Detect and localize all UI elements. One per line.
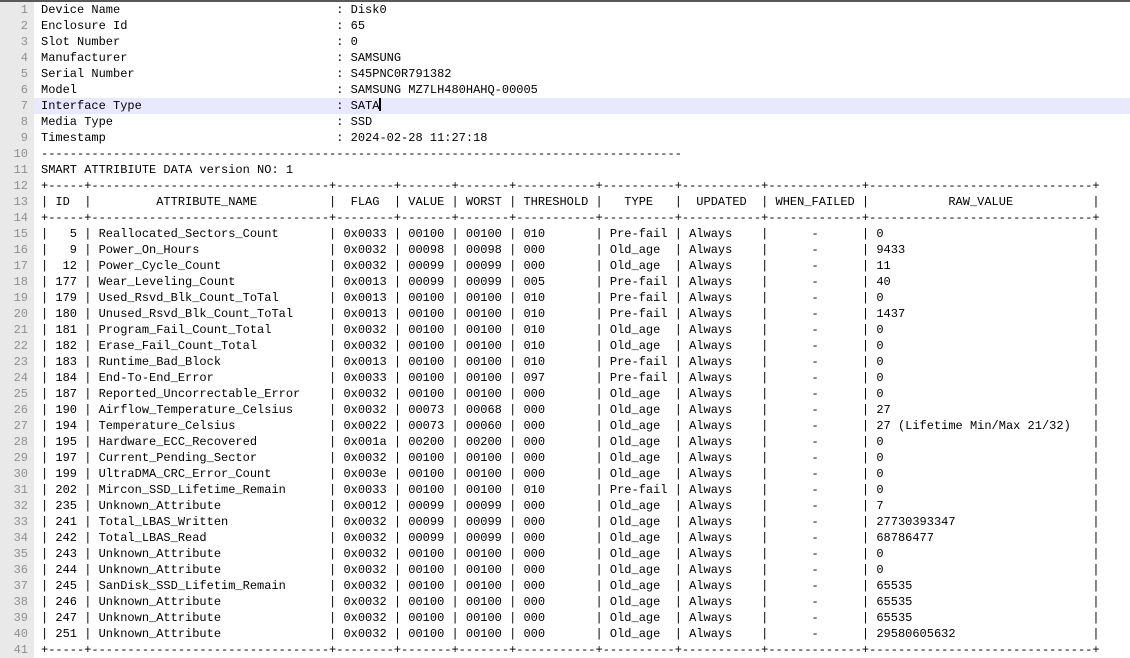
- line-number[interactable]: 30: [0, 466, 34, 482]
- text-line[interactable]: Device Name : Disk0: [34, 2, 1130, 18]
- line-number[interactable]: 26: [0, 402, 34, 418]
- text-line[interactable]: Media Type : SSD: [34, 114, 1130, 130]
- text-line[interactable]: | 184 | End-To-End_Error | 0x0033 | 0010…: [34, 370, 1130, 386]
- line-number[interactable]: 15: [0, 226, 34, 242]
- text-line[interactable]: | 180 | Unused_Rsvd_Blk_Count_ToTal | 0x…: [34, 306, 1130, 322]
- text-line[interactable]: | 247 | Unknown_Attribute | 0x0032 | 001…: [34, 610, 1130, 626]
- line-number[interactable]: 27: [0, 418, 34, 434]
- line-number[interactable]: 29: [0, 450, 34, 466]
- line-number-gutter[interactable]: 1234567891011121314151617181920212223242…: [0, 2, 34, 658]
- line-number[interactable]: 25: [0, 386, 34, 402]
- line-number[interactable]: 9: [0, 130, 34, 146]
- text-line[interactable]: Slot Number : 0: [34, 34, 1130, 50]
- line-number[interactable]: 36: [0, 562, 34, 578]
- text-line[interactable]: | 179 | Used_Rsvd_Blk_Count_ToTal | 0x00…: [34, 290, 1130, 306]
- line-number[interactable]: 32: [0, 498, 34, 514]
- text-line[interactable]: | 183 | Runtime_Bad_Block | 0x0013 | 001…: [34, 354, 1130, 370]
- line-number[interactable]: 7: [0, 98, 34, 114]
- line-number[interactable]: 28: [0, 434, 34, 450]
- line-number[interactable]: 13: [0, 194, 34, 210]
- line-number[interactable]: 12: [0, 178, 34, 194]
- line-number[interactable]: 38: [0, 594, 34, 610]
- line-number[interactable]: 19: [0, 290, 34, 306]
- text-line[interactable]: | 5 | Reallocated_Sectors_Count | 0x0033…: [34, 226, 1130, 242]
- text-editor: 1234567891011121314151617181920212223242…: [0, 0, 1130, 658]
- text-line[interactable]: +-----+---------------------------------…: [34, 178, 1130, 194]
- line-number[interactable]: 35: [0, 546, 34, 562]
- line-number[interactable]: 17: [0, 258, 34, 274]
- line-number[interactable]: 18: [0, 274, 34, 290]
- text-line[interactable]: | 194 | Temperature_Celsius | 0x0022 | 0…: [34, 418, 1130, 434]
- text-line[interactable]: Model : SAMSUNG MZ7LH480HAHQ-00005: [34, 82, 1130, 98]
- text-line[interactable]: | 12 | Power_Cycle_Count | 0x0032 | 0009…: [34, 258, 1130, 274]
- line-number[interactable]: 39: [0, 610, 34, 626]
- line-number[interactable]: 4: [0, 50, 34, 66]
- text-line[interactable]: ----------------------------------------…: [34, 146, 1130, 162]
- text-line[interactable]: | 246 | Unknown_Attribute | 0x0032 | 001…: [34, 594, 1130, 610]
- line-number[interactable]: 8: [0, 114, 34, 130]
- text-line[interactable]: SMART ATTRIBIUTE DATA version NO: 1: [34, 162, 1130, 178]
- line-number[interactable]: 11: [0, 162, 34, 178]
- text-line[interactable]: | 190 | Airflow_Temperature_Celsius | 0x…: [34, 402, 1130, 418]
- line-number[interactable]: 10: [0, 146, 34, 162]
- text-line[interactable]: | 241 | Total_LBAS_Written | 0x0032 | 00…: [34, 514, 1130, 530]
- line-number[interactable]: 21: [0, 322, 34, 338]
- line-number[interactable]: 14: [0, 210, 34, 226]
- line-number[interactable]: 34: [0, 530, 34, 546]
- text-line[interactable]: Enclosure Id : 65: [34, 18, 1130, 34]
- text-line[interactable]: | 199 | UltraDMA_CRC_Error_Count | 0x003…: [34, 466, 1130, 482]
- text-line[interactable]: | 177 | Wear_Leveling_Count | 0x0013 | 0…: [34, 274, 1130, 290]
- text-line[interactable]: | 181 | Program_Fail_Count_Total | 0x003…: [34, 322, 1130, 338]
- text-cursor: [379, 98, 381, 111]
- line-number[interactable]: 16: [0, 242, 34, 258]
- text-line[interactable]: | 242 | Total_LBAS_Read | 0x0032 | 00099…: [34, 530, 1130, 546]
- text-line[interactable]: | 243 | Unknown_Attribute | 0x0032 | 001…: [34, 546, 1130, 562]
- text-line[interactable]: | 187 | Reported_Uncorrectable_Error | 0…: [34, 386, 1130, 402]
- text-line[interactable]: | 202 | Mircon_SSD_Lifetime_Remain | 0x0…: [34, 482, 1130, 498]
- text-line[interactable]: | 235 | Unknown_Attribute | 0x0012 | 000…: [34, 498, 1130, 514]
- text-line[interactable]: | 182 | Erase_Fail_Count_Total | 0x0032 …: [34, 338, 1130, 354]
- line-number[interactable]: 23: [0, 354, 34, 370]
- text-line[interactable]: | 195 | Hardware_ECC_Recovered | 0x001a …: [34, 434, 1130, 450]
- line-number[interactable]: 2: [0, 18, 34, 34]
- current-text-line[interactable]: Interface Type : SATA: [34, 98, 1130, 114]
- line-number[interactable]: 41: [0, 642, 34, 658]
- text-line[interactable]: Timestamp : 2024-02-28 11:27:18: [34, 130, 1130, 146]
- text-line[interactable]: +-----+---------------------------------…: [34, 642, 1130, 658]
- line-number[interactable]: 33: [0, 514, 34, 530]
- text-line[interactable]: | 244 | Unknown_Attribute | 0x0032 | 001…: [34, 562, 1130, 578]
- line-number[interactable]: 1: [0, 2, 34, 18]
- text-line[interactable]: +-----+---------------------------------…: [34, 210, 1130, 226]
- text-line[interactable]: | 251 | Unknown_Attribute | 0x0032 | 001…: [34, 626, 1130, 642]
- line-number[interactable]: 20: [0, 306, 34, 322]
- line-number[interactable]: 37: [0, 578, 34, 594]
- line-number[interactable]: 24: [0, 370, 34, 386]
- text-line[interactable]: | 9 | Power_On_Hours | 0x0032 | 00098 | …: [34, 242, 1130, 258]
- line-number[interactable]: 5: [0, 66, 34, 82]
- line-number[interactable]: 3: [0, 34, 34, 50]
- line-number[interactable]: 40: [0, 626, 34, 642]
- line-number[interactable]: 6: [0, 82, 34, 98]
- text-area[interactable]: Device Name : Disk0Enclosure Id : 65Slot…: [34, 2, 1130, 658]
- text-line[interactable]: | 245 | SanDisk_SSD_Lifetim_Remain | 0x0…: [34, 578, 1130, 594]
- text-line[interactable]: Manufacturer : SAMSUNG: [34, 50, 1130, 66]
- text-line[interactable]: | 197 | Current_Pending_Sector | 0x0032 …: [34, 450, 1130, 466]
- text-line[interactable]: Serial Number : S45PNC0R791382: [34, 66, 1130, 82]
- text-line[interactable]: | ID | ATTRIBUTE_NAME | FLAG | VALUE | W…: [34, 194, 1130, 210]
- line-number[interactable]: 22: [0, 338, 34, 354]
- line-number[interactable]: 31: [0, 482, 34, 498]
